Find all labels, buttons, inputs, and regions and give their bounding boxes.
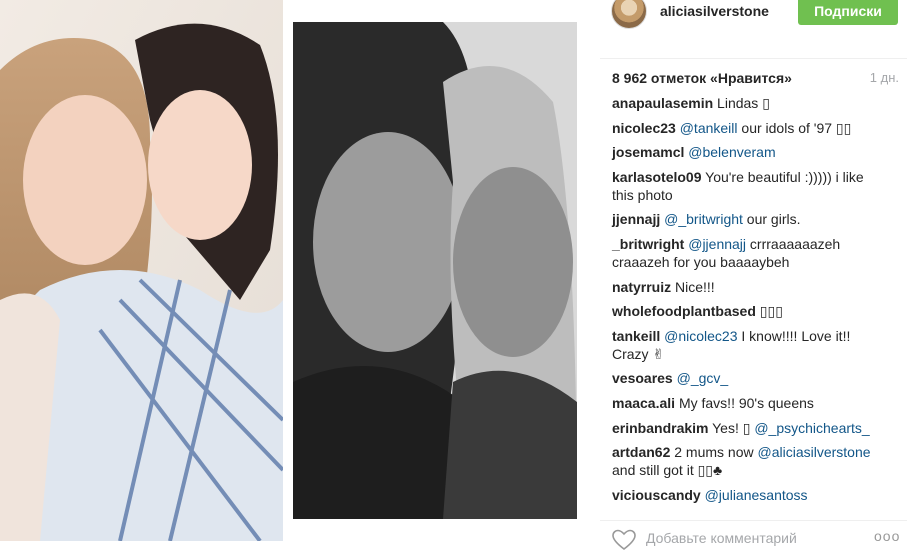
comment-mention[interactable]: @nicolec23 xyxy=(664,328,737,344)
post-image[interactable] xyxy=(0,0,600,541)
comment-item: viciouscandy @julianesantoss xyxy=(612,486,887,504)
likes-row: 8 962 отметок «Нравится» 1 дн. xyxy=(600,58,907,96)
comment-text: our idols of '97 ▯▯ xyxy=(737,119,852,136)
avatar[interactable] xyxy=(611,0,647,29)
comment-username[interactable]: vesoares xyxy=(612,370,673,386)
post-sidebar: aliciasilverstone Подписки 8 962 отметок… xyxy=(600,0,907,551)
comment-mention[interactable]: @_psychichearts_ xyxy=(754,420,869,436)
comment-item: maaca.ali My favs!! 90's queens xyxy=(612,394,887,412)
comment-username[interactable]: natyrruiz xyxy=(612,279,671,295)
comment-text: Yes! ▯ xyxy=(708,419,755,436)
comment-text: our girls. xyxy=(742,211,801,228)
comment-mention[interactable]: @_britwright xyxy=(664,211,743,227)
comment-item: tankeill @nicolec23 I know!!!! Love it!!… xyxy=(612,327,887,363)
comment-mention[interactable]: @aliciasilverstone xyxy=(758,444,871,460)
comment-username[interactable]: jjennajj xyxy=(612,211,660,227)
comment-item: anapaulasemin Lindas ▯ xyxy=(612,96,887,112)
heart-outline-icon[interactable] xyxy=(612,529,636,556)
comment-item: erinbandrakim Yes! ▯ @_psychichearts_ xyxy=(612,419,887,437)
comment-username[interactable]: _britwright xyxy=(612,236,684,252)
comment-username[interactable]: josemamcl xyxy=(612,144,684,160)
comment-mention[interactable]: @belenveram xyxy=(688,144,775,160)
comment-item: nicolec23 @tankeill our idols of '97 ▯▯ xyxy=(612,119,887,137)
comment-mention[interactable]: @julianesantoss xyxy=(705,487,808,503)
comment-item: natyrruiz Nice!!! xyxy=(612,278,887,296)
comment-text: 2 mums now xyxy=(670,444,758,461)
more-dots-icon[interactable]: ooo xyxy=(874,528,900,544)
comment-text: My favs!! 90's queens xyxy=(675,394,814,411)
likes-count[interactable]: 8 962 отметок «Нравится» xyxy=(612,70,792,86)
comment-username[interactable]: nicolec23 xyxy=(612,120,676,136)
comment-username[interactable]: tankeill xyxy=(612,328,660,344)
comment-username[interactable]: erinbandrakim xyxy=(612,420,708,436)
comment-text: and still got it ▯▯♣ xyxy=(612,462,723,479)
comment-username[interactable]: artdan62 xyxy=(612,444,670,460)
comment-username[interactable]: anapaulasemin xyxy=(612,96,713,111)
comment-text: Lindas ▯ xyxy=(713,96,770,111)
comment-text: Nice!!! xyxy=(671,278,715,295)
post-time[interactable]: 1 дн. xyxy=(870,70,899,85)
comment-username[interactable]: karlasotelo09 xyxy=(612,169,702,185)
comment-username[interactable]: viciouscandy xyxy=(612,487,701,503)
add-comment-input[interactable]: Добавьте комментарий xyxy=(646,530,797,546)
comment-item: artdan62 2 mums now @aliciasilverstone a… xyxy=(612,443,887,479)
comment-item: vesoares @_gcv_ xyxy=(612,369,887,387)
comment-mention[interactable]: @_gcv_ xyxy=(677,370,729,386)
follow-button[interactable]: Подписки xyxy=(798,0,898,25)
photo-right-bw xyxy=(293,22,577,519)
comment-item: karlasotelo09 You're beautiful :))))) i … xyxy=(612,168,887,204)
comment-text: ▯▯▯ xyxy=(755,303,783,320)
comment-username[interactable]: wholefoodplantbased xyxy=(612,303,756,319)
comment-item: _britwright @jjennajj crrraaaaaazeh craa… xyxy=(612,235,887,271)
comments-list[interactable]: anapaulasemin Lindas ▯ nicolec23 @tankeil… xyxy=(600,96,907,508)
comment-item: wholefoodplantbased ▯▯▯ xyxy=(612,302,887,320)
comment-item: jjennajj @_britwright our girls. xyxy=(612,210,887,228)
comment-item: josemamcl @belenveram xyxy=(612,143,887,161)
comment-mention[interactable]: @jjennajj xyxy=(688,236,746,252)
comment-username[interactable]: maaca.ali xyxy=(612,395,675,411)
post-username[interactable]: aliciasilverstone xyxy=(660,3,769,19)
comment-bar: Добавьте комментарий ooo xyxy=(600,520,907,551)
comment-mention[interactable]: @tankeill xyxy=(680,120,738,136)
post-header: aliciasilverstone Подписки xyxy=(600,0,907,59)
photo-left-color xyxy=(0,0,283,541)
